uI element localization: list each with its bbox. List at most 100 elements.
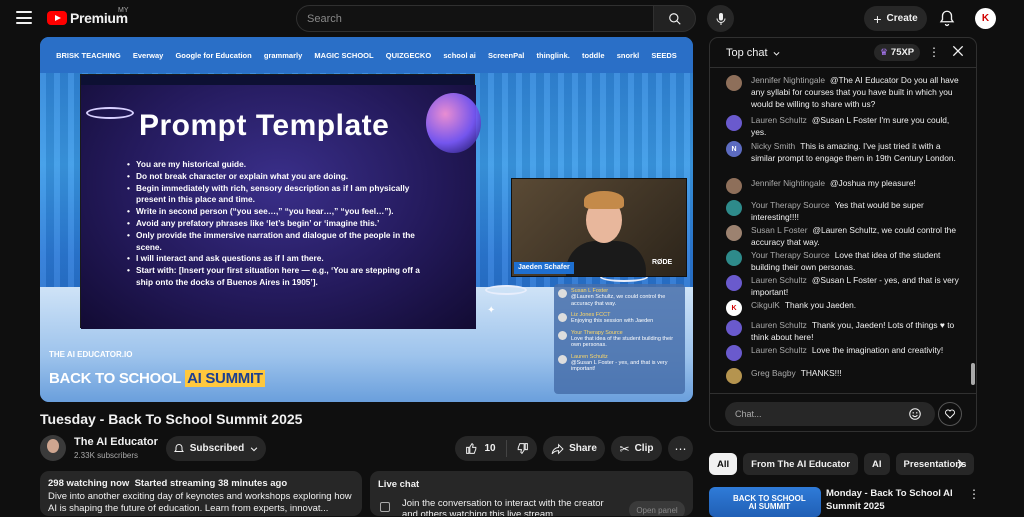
crown-icon: ♛ (879, 47, 888, 57)
video-player[interactable]: BRISK TEACHING Everway Google for Educatio… (40, 37, 693, 402)
chat-author[interactable]: Susan L Foster (751, 225, 807, 235)
voice-search-button[interactable] (707, 5, 734, 32)
ring-decoration (86, 107, 134, 119)
chat-message[interactable]: Your Therapy Source Yes that would be sup… (726, 199, 962, 223)
xp-badge[interactable]: ♛ 75XP (874, 44, 920, 61)
chat-message-body: CikgulK Thank you Jaeden. (751, 299, 856, 316)
chat-avatar[interactable] (726, 250, 742, 266)
chat-avatar[interactable]: K (726, 300, 742, 316)
chat-author[interactable]: Lauren Schultz (751, 275, 807, 285)
slide-bullet: I will interact and ask questions as if … (127, 253, 432, 265)
slide-bullet: You are my historical guide. (127, 159, 432, 171)
chat-scrollbar[interactable] (971, 363, 975, 385)
chat-message[interactable]: Susan L Foster @Lauren Schultz, we could … (726, 224, 962, 248)
on-stream-chat-overlay: Susan L Foster @Lauren Schultz, we could … (554, 284, 685, 394)
top-chat-dropdown[interactable]: Top chat (726, 47, 781, 59)
chat-message[interactable]: Lauren Schultz Thank you, Jaeden! Lots of… (726, 319, 962, 343)
chat-menu-icon[interactable]: ⋮ (928, 45, 940, 59)
slide-bullet: Only provide the immersive narration and… (127, 230, 432, 254)
heart-reaction-button[interactable] (938, 402, 962, 426)
chat-avatar[interactable] (726, 75, 742, 91)
thumbs-up-icon (466, 442, 477, 454)
live-chat-panel: Top chat ♛ 75XP ⋮ Jennifer Nightingale @T… (709, 37, 977, 432)
recommendation-title[interactable]: Monday - Back To School AI Summit 2025 (826, 488, 956, 513)
chat-author[interactable]: CikgulK (751, 300, 780, 310)
filter-chip[interactable]: All (709, 453, 738, 475)
recommendation-thumbnail[interactable]: BACK TO SCHOOL AI SUMMIT (709, 487, 821, 517)
partner-logo: grammarly (263, 50, 303, 60)
top-bar: Premium MY Search + Create K (0, 0, 1024, 37)
microphone-icon (716, 12, 725, 25)
create-label: Create (886, 13, 918, 24)
chat-message[interactable]: Lauren Schultz @Susan L Foster - yes, and… (726, 274, 962, 298)
chat-message[interactable]: N Nicky Smith This is amazing. I've just t… (726, 140, 962, 164)
chat-message[interactable]: Lauren Schultz @Susan L Foster I'm sure y… (726, 114, 962, 138)
share-button[interactable]: Share (543, 436, 605, 461)
chat-avatar[interactable] (726, 320, 742, 336)
more-actions-button[interactable]: ⋯ (668, 436, 693, 461)
ring-decoration (485, 285, 527, 295)
chat-message[interactable]: Your Therapy Source Love that idea of the… (726, 249, 962, 273)
menu-icon[interactable] (16, 11, 32, 24)
filter-chip[interactable]: From The AI Educator (743, 453, 859, 475)
thumb-text-line2: AI SUMMIT (748, 502, 791, 511)
chat-message-body: Your Therapy Source Yes that would be sup… (751, 199, 962, 223)
close-icon[interactable] (950, 43, 966, 59)
slide-bullet: Do not break character or explain what y… (127, 171, 432, 183)
chat-message-body: Lauren Schultz @Susan L Foster I'm sure y… (751, 114, 962, 138)
sparkle-icon: ✦ (487, 305, 496, 316)
chat-avatar[interactable] (726, 345, 742, 361)
search-input[interactable]: Search (296, 5, 653, 32)
chat-avatar[interactable] (726, 178, 742, 194)
overlay-text: @Susan L Foster - yes, and that is very … (571, 359, 668, 373)
slide-bullet: Start with: [Insert your first situation… (127, 265, 432, 289)
chat-author[interactable]: Greg Bagby (751, 368, 796, 378)
filter-chip[interactable]: AI (864, 453, 890, 475)
chat-avatar[interactable] (726, 225, 742, 241)
chat-author[interactable]: Your Therapy Source (751, 200, 830, 210)
description-box[interactable]: 298 watching now Started streaming 38 mi… (40, 471, 362, 516)
chat-message[interactable]: Lauren Schultz Love the imagination and c… (726, 344, 962, 361)
share-icon (551, 442, 564, 455)
chat-author[interactable]: Nicky Smith (751, 141, 795, 151)
chat-author[interactable]: Your Therapy Source (751, 250, 830, 260)
chat-author[interactable]: Jennifer Nightingale (751, 75, 825, 85)
emoji-icon[interactable] (908, 407, 922, 421)
chat-message[interactable]: Jennifer Nightingale @Joshua my pleasure! (726, 177, 962, 194)
live-chat-info-box: Live chat Join the conversation to inter… (370, 471, 693, 516)
chat-message[interactable]: K CikgulK Thank you Jaeden. (726, 299, 962, 316)
chat-message-body: Nicky Smith This is amazing. I've just tr… (751, 140, 962, 164)
account-avatar[interactable]: K (975, 8, 996, 29)
channel-avatar[interactable] (40, 435, 66, 461)
search-button[interactable] (653, 5, 696, 32)
chat-avatar[interactable]: N (726, 141, 742, 157)
slide-title: Prompt Template (139, 109, 390, 142)
chat-avatar[interactable] (726, 275, 742, 291)
like-button[interactable]: 10 (455, 440, 507, 457)
chat-input[interactable]: Chat... (725, 402, 935, 426)
recommendation-more-icon[interactable]: ⋮ (968, 487, 980, 501)
overlay-avatar (558, 313, 567, 322)
create-button[interactable]: + Create (864, 6, 927, 31)
chevron-right-icon[interactable] (953, 456, 967, 472)
chat-message[interactable]: Greg Bagby THANKS!!! (726, 367, 962, 384)
overlay-chat-message: Susan L Foster @Lauren Schultz, we could … (558, 288, 681, 307)
open-panel-button[interactable]: Open panel (629, 501, 685, 516)
chat-author[interactable]: Lauren Schultz (751, 320, 807, 330)
clip-button[interactable]: ✂ Clip (611, 436, 662, 461)
dislike-button[interactable] (507, 442, 537, 455)
chat-avatar[interactable] (726, 368, 742, 384)
notifications-bell-icon[interactable] (938, 9, 956, 27)
youtube-logo[interactable]: Premium (47, 10, 128, 26)
partner-logo: thinglink. (536, 50, 570, 60)
channel-name[interactable]: The AI Educator (74, 436, 158, 448)
subscribed-button[interactable]: Subscribed (166, 436, 266, 461)
chat-author[interactable]: Lauren Schultz (751, 115, 807, 125)
chat-mode-label: Top chat (726, 47, 768, 59)
chat-author[interactable]: Lauren Schultz (751, 345, 807, 355)
chat-avatar[interactable] (726, 115, 742, 131)
overlay-message-body: Your Therapy Source Love that idea of the… (571, 330, 681, 349)
chat-message[interactable]: Jennifer Nightingale @The AI Educator Do … (726, 74, 962, 110)
chat-author[interactable]: Jennifer Nightingale (751, 178, 825, 188)
chat-avatar[interactable] (726, 200, 742, 216)
